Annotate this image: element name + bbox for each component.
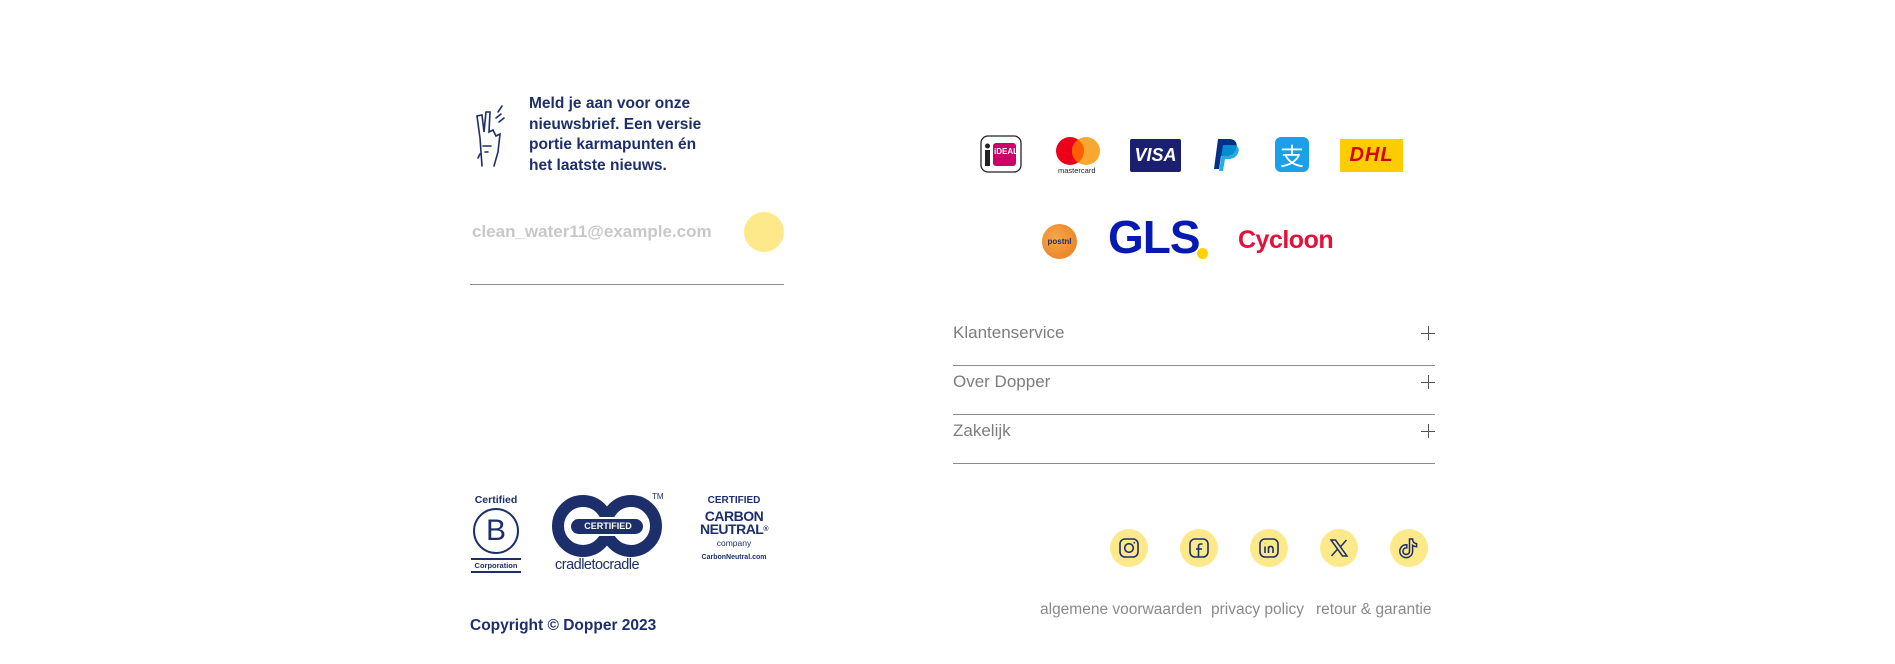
mastercard-logo: mastercard <box>1055 136 1101 176</box>
carbon-company-label: company <box>716 538 752 548</box>
alipay-logo: 支 <box>1275 137 1309 172</box>
carbon-registered: ® <box>763 526 769 533</box>
gls-logo: GLS <box>1108 211 1208 263</box>
visa-label: VISA <box>1134 145 1177 165</box>
paypal-logo <box>1212 137 1242 173</box>
newsletter-email-input[interactable] <box>471 216 744 248</box>
newsletter-submit-button[interactable] <box>744 212 784 252</box>
accordion-zakelijk[interactable]: Zakelijk <box>953 414 1435 464</box>
alipay-label: 支 <box>1280 143 1304 171</box>
facebook-icon[interactable] <box>1180 529 1218 567</box>
ideal-logo: iDEAL <box>980 135 1022 173</box>
hand-drawing-icon <box>476 105 505 167</box>
legal-link-privacy[interactable]: privacy policy <box>1211 601 1304 619</box>
accordion-label: Klantenservice <box>953 323 1065 342</box>
postnl-logo: postnl <box>1042 224 1077 259</box>
cycloon-label: Cycloon <box>1238 226 1334 254</box>
tiktok-icon[interactable] <box>1390 529 1428 567</box>
bcorp-bottom-label: Corporation <box>474 561 518 570</box>
accordion-label: Zakelijk <box>953 421 1011 440</box>
linkedin-icon[interactable] <box>1250 529 1288 567</box>
carbon-neutral-logo: CERTIFIED CARBON NEUTRAL® company Carbon… <box>693 494 775 578</box>
c2c-badge-label: CERTIFIED <box>584 521 632 531</box>
ideal-label: iDEAL <box>994 147 1018 156</box>
accordion-label: Over Dopper <box>953 372 1051 391</box>
plus-icon[interactable] <box>1421 326 1435 340</box>
c2c-name: cradletocradle <box>555 557 640 573</box>
legal-link-returns[interactable]: retour & garantie <box>1316 601 1431 619</box>
postnl-label: postnl <box>1047 237 1072 246</box>
legal-link-terms[interactable]: algemene voorwaarden <box>1040 601 1202 619</box>
accordion-over-dopper[interactable]: Over Dopper <box>953 365 1435 415</box>
gls-dot <box>1197 248 1208 259</box>
bcorp-divider <box>471 558 521 560</box>
cycloon-logo: Cycloon <box>1238 226 1338 256</box>
visa-logo: VISA <box>1130 139 1181 172</box>
instagram-icon[interactable] <box>1110 529 1148 567</box>
email-underline <box>470 284 784 285</box>
bcorp-circle: B <box>473 508 519 554</box>
dhl-logo: DHL <box>1340 139 1403 172</box>
plus-icon[interactable] <box>1421 424 1435 438</box>
bcorp-logo: Certified B Corporation <box>469 494 523 576</box>
dhl-label: DHL <box>1349 144 1394 166</box>
bcorp-underline <box>471 571 521 573</box>
bcorp-top-label: Certified <box>474 494 518 506</box>
carbon-mid2-row: NEUTRAL® <box>693 521 775 537</box>
gls-label: GLS <box>1108 211 1201 263</box>
c2c-tm: TM <box>652 492 664 501</box>
cradle-to-cradle-logo: CERTIFIED TM cradletocradle <box>552 492 664 576</box>
plus-icon[interactable] <box>1421 375 1435 389</box>
newsletter-text: Meld je aan voor onze nieuwsbrief. Een v… <box>529 95 702 174</box>
mastercard-label: mastercard <box>1058 166 1096 175</box>
bcorp-letter: B <box>485 514 506 547</box>
carbon-mid2-label: NEUTRAL <box>699 521 764 537</box>
carbon-url-label: CarbonNeutral.com <box>701 554 767 561</box>
accordion-klantenservice[interactable]: Klantenservice <box>953 316 1435 366</box>
carbon-top-label: CERTIFIED <box>707 495 761 506</box>
copyright-text: Copyright © Dopper 2023 <box>470 617 657 634</box>
x-icon[interactable] <box>1320 529 1358 567</box>
